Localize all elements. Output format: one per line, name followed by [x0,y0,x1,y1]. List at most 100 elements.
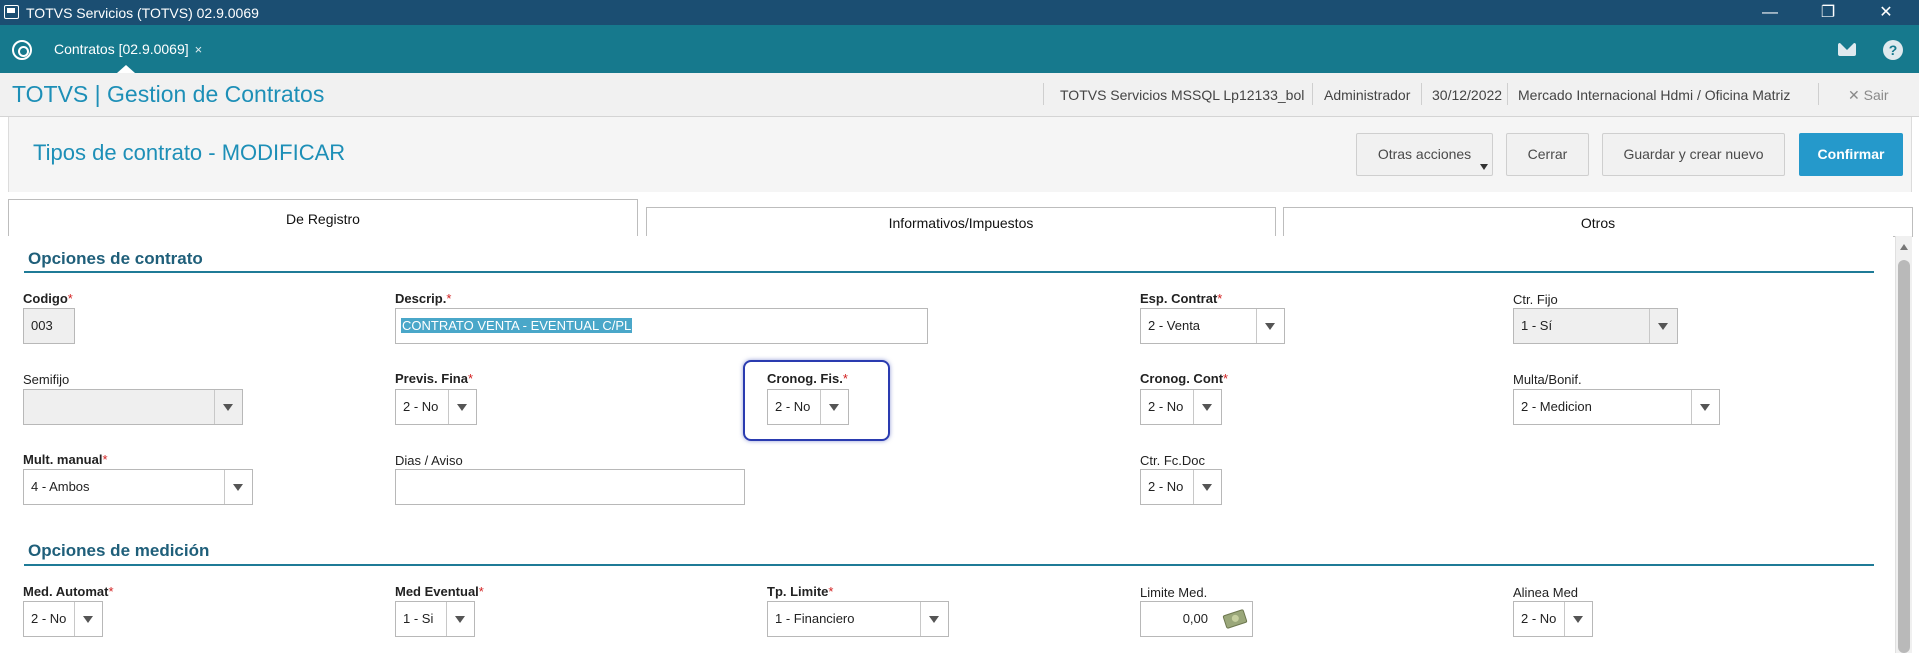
exit-label: Sair [1863,87,1889,103]
section-title-measurement-options: Opciones de medición [28,541,210,560]
codigo-label: Codigo* [23,291,73,306]
close-tab-icon[interactable]: × [195,42,203,57]
cronog-cont-select[interactable]: 2 - No [1140,389,1222,425]
scrollbar-thumb[interactable] [1898,260,1910,653]
chevron-down-icon[interactable] [74,602,102,636]
chevron-down-icon [214,390,242,424]
page-header: Tipos de contrato - MODIFICAR Otras acci… [8,117,1912,192]
esp-contrat-value: 2 - Venta [1148,318,1201,333]
header-divider [1507,83,1508,105]
previs-fina-value: 2 - No [403,399,439,414]
previs-fina-select[interactable]: 2 - No [395,389,477,425]
ctr-fc-doc-value: 2 - No [1148,479,1184,494]
section-divider [24,564,1874,566]
alinea-med-value: 2 - No [1521,611,1557,626]
tp-limite-label: Tp. Limite* [767,584,834,599]
page-title: Tipos de contrato - MODIFICAR [33,140,346,165]
money-icon[interactable] [1222,608,1248,630]
alinea-med-label: Alinea Med [1513,585,1579,600]
med-automat-label: Med. Automat* [23,584,114,599]
confirm-button[interactable]: Confirmar [1799,133,1903,176]
header-divider [1312,83,1313,105]
limite-med-label: Limite Med. [1140,585,1208,600]
limite-med-field[interactable]: 0,00 [1140,601,1253,637]
section-title-contract-options: Opciones de contrato [28,249,203,268]
cronog-cont-label: Cronog. Cont* [1140,371,1229,386]
dropdown-arrow-icon [1480,164,1488,170]
multa-bonif-label: Multa/Bonif. [1513,372,1582,387]
chevron-down-icon[interactable] [920,602,948,636]
tp-limite-select[interactable]: 1 - Financiero [767,601,949,637]
tab-otros[interactable]: Otros [1283,207,1913,237]
mult-manual-select[interactable]: 4 - Ambos [23,469,253,505]
vertical-scrollbar[interactable] [1895,236,1912,653]
branch-info: Mercado Internacional Hdmi / Oficina Mat… [1518,87,1791,103]
chevron-down-icon[interactable] [1193,390,1221,424]
help-icon[interactable]: ? [1883,40,1903,60]
limite-med-value: 0,00 [1182,611,1208,626]
cronog-fis-value: 2 - No [775,399,811,414]
chevron-down-icon[interactable] [446,602,474,636]
ctr-fc-doc-select[interactable]: 2 - No [1140,469,1222,505]
environment-info: TOTVS Servicios MSSQL Lp12133_bol [1060,87,1305,103]
chevron-down-icon[interactable] [1256,309,1284,343]
mult-manual-label: Mult. manual* [23,452,108,467]
mult-manual-value: 4 - Ambos [31,479,90,494]
cancel-button[interactable]: Cerrar [1506,133,1589,176]
save-and-new-button[interactable]: Guardar y crear nuevo [1602,133,1785,176]
semifijo-select [23,389,243,425]
cronog-fis-select[interactable]: 2 - No [767,389,849,425]
descrip-field[interactable]: CONTRATO VENTA - EVENTUAL C/PL [395,308,928,344]
app-window-icon [4,5,19,19]
tab-label: Contratos [02.9.0069] [54,41,189,57]
maximize-button[interactable]: ❐ [1799,0,1857,25]
totvs-logo-icon[interactable] [12,40,32,60]
scroll-up-icon[interactable] [1900,244,1908,250]
alinea-med-select[interactable]: 2 - No [1513,601,1593,637]
header-divider [1421,83,1422,105]
exit-button[interactable]: ✕ Sair [1848,87,1889,104]
chevron-down-icon[interactable] [1564,602,1592,636]
codigo-field[interactable]: 003 [23,308,75,344]
med-eventual-select[interactable]: 1 - Si [395,601,475,637]
chevron-down-icon[interactable] [1193,470,1221,504]
header-divider [1818,83,1819,105]
header-divider [1043,83,1044,105]
date-info: 30/12/2022 [1432,87,1503,103]
app-header: TOTVS | Gestion de Contratos TOTVS Servi… [0,73,1919,117]
med-eventual-value: 1 - Si [403,611,434,626]
med-automat-value: 2 - No [31,611,67,626]
mail-icon[interactable] [1838,43,1856,56]
chevron-down-icon[interactable] [224,470,252,504]
other-actions-label: Otras acciones [1377,146,1472,162]
dias-aviso-label: Dias / Aviso [395,453,463,468]
esp-contrat-label: Esp. Contrat* [1140,291,1223,306]
med-automat-select[interactable]: 2 - No [23,601,103,637]
descrip-value: CONTRATO VENTA - EVENTUAL C/PL [401,318,633,333]
window-title: TOTVS Servicios (TOTVS) 02.9.0069 [26,5,259,21]
descrip-label: Descrip.* [395,291,452,306]
user-info: Administrador [1324,87,1411,103]
med-eventual-label: Med Eventual* [395,584,484,599]
esp-contrat-select[interactable]: 2 - Venta [1140,308,1285,344]
module-tab-bar: Contratos [02.9.0069] × ? [0,25,1919,73]
ctr-fijo-value: 1 - Sí [1521,318,1553,333]
chevron-down-icon[interactable] [820,390,848,424]
minimize-button[interactable]: — [1741,0,1799,25]
dias-aviso-field[interactable] [395,469,745,505]
tab-de-registro[interactable]: De Registro [8,199,638,237]
multa-bonif-select[interactable]: 2 - Medicion [1513,389,1720,425]
ctr-fijo-label: Ctr. Fijo [1513,292,1558,307]
close-window-button[interactable]: ✕ [1857,0,1915,25]
chevron-down-icon[interactable] [1691,390,1719,424]
tp-limite-value: 1 - Financiero [775,611,855,626]
app-title: TOTVS | Gestion de Contratos [12,81,325,107]
section-divider [24,271,1874,273]
other-actions-button[interactable]: Otras acciones [1356,133,1493,176]
tab-informativos-impuestos[interactable]: Informativos/Impuestos [646,207,1276,237]
active-tab-indicator [117,65,135,73]
multa-bonif-value: 2 - Medicion [1521,399,1592,414]
semifijo-label: Semifijo [23,372,70,387]
chevron-down-icon[interactable] [448,390,476,424]
ctr-fc-doc-label: Ctr. Fc.Doc [1140,453,1206,468]
